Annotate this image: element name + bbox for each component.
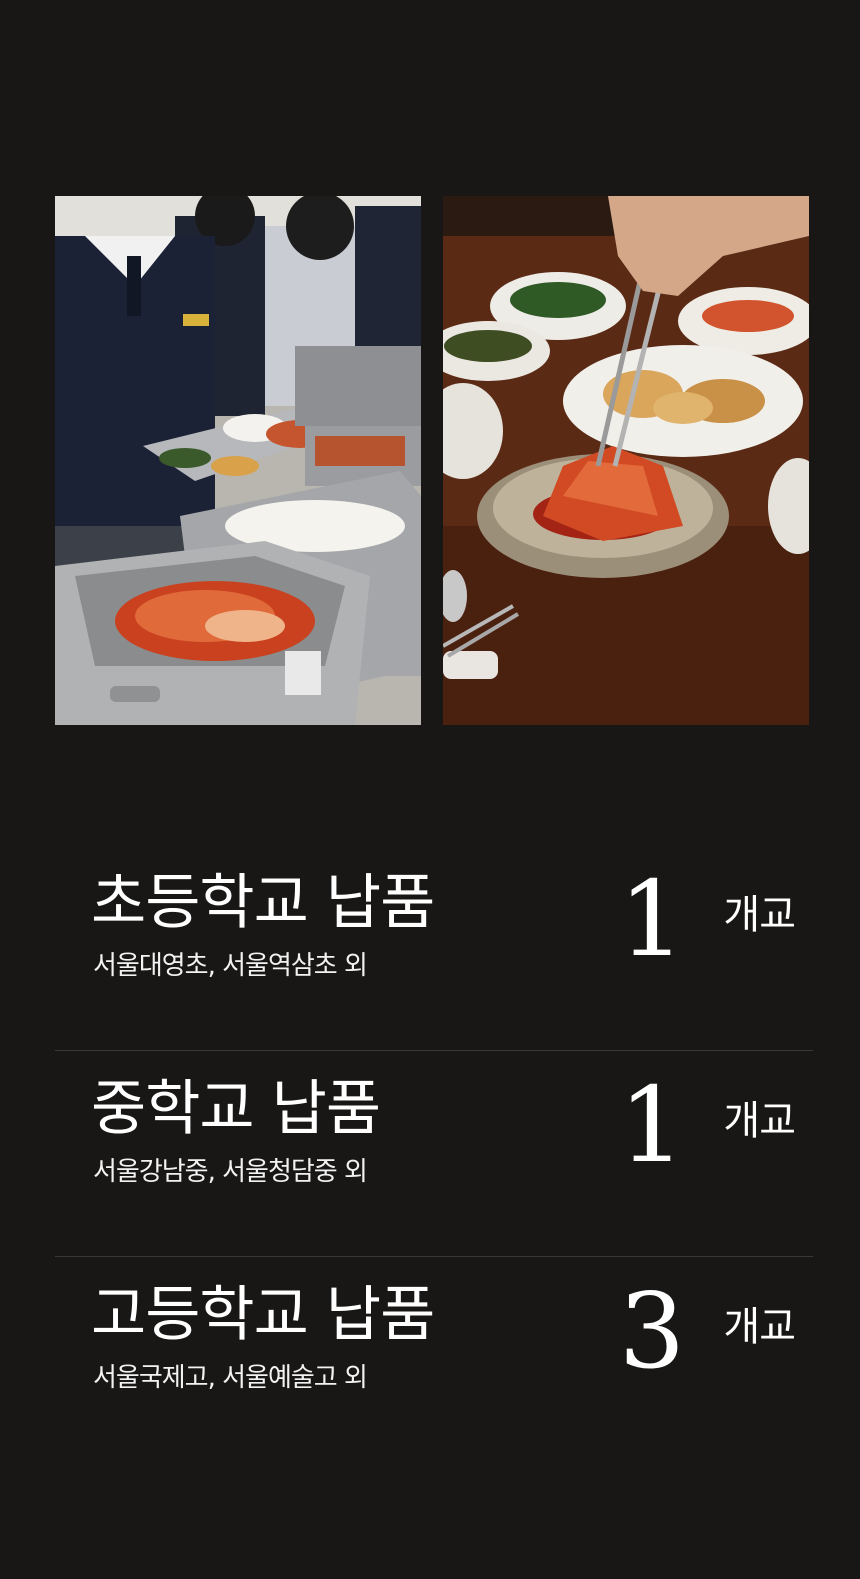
stat-count: 1 [618,858,685,980]
stat-subtitle: 서울국제고, 서울예술고 외 [93,1363,368,1393]
stat-title: 중학교 납품 [91,1074,381,1144]
stat-unit: 개교 [723,1304,796,1350]
stat-unit: 개교 [723,892,796,938]
stat-row-middle: 중학교 납품 서울강남중, 서울청담중 외 1 개교 [55,1051,813,1257]
school-supply-stats: 초등학교 납품 서울대영초, 서울역삼초 외 1 개교 중학교 납품 서울강남중… [55,845,813,1462]
stat-count: 3 [618,1270,685,1392]
stat-row-elementary: 초등학교 납품 서울대영초, 서울역삼초 외 1 개교 [55,845,813,1051]
stat-unit: 개교 [723,1098,796,1144]
stat-title: 고등학교 납품 [91,1280,435,1350]
stat-subtitle: 서울대영초, 서울역삼초 외 [93,951,368,981]
stat-subtitle: 서울강남중, 서울청담중 외 [93,1157,368,1187]
stat-title: 초등학교 납품 [91,868,435,938]
kimchi-table-photo [443,196,809,725]
school-cafeteria-photo [55,196,421,725]
stat-row-high: 고등학교 납품 서울국제고, 서울예술고 외 3 개교 [55,1257,813,1462]
stat-count: 1 [618,1064,685,1186]
